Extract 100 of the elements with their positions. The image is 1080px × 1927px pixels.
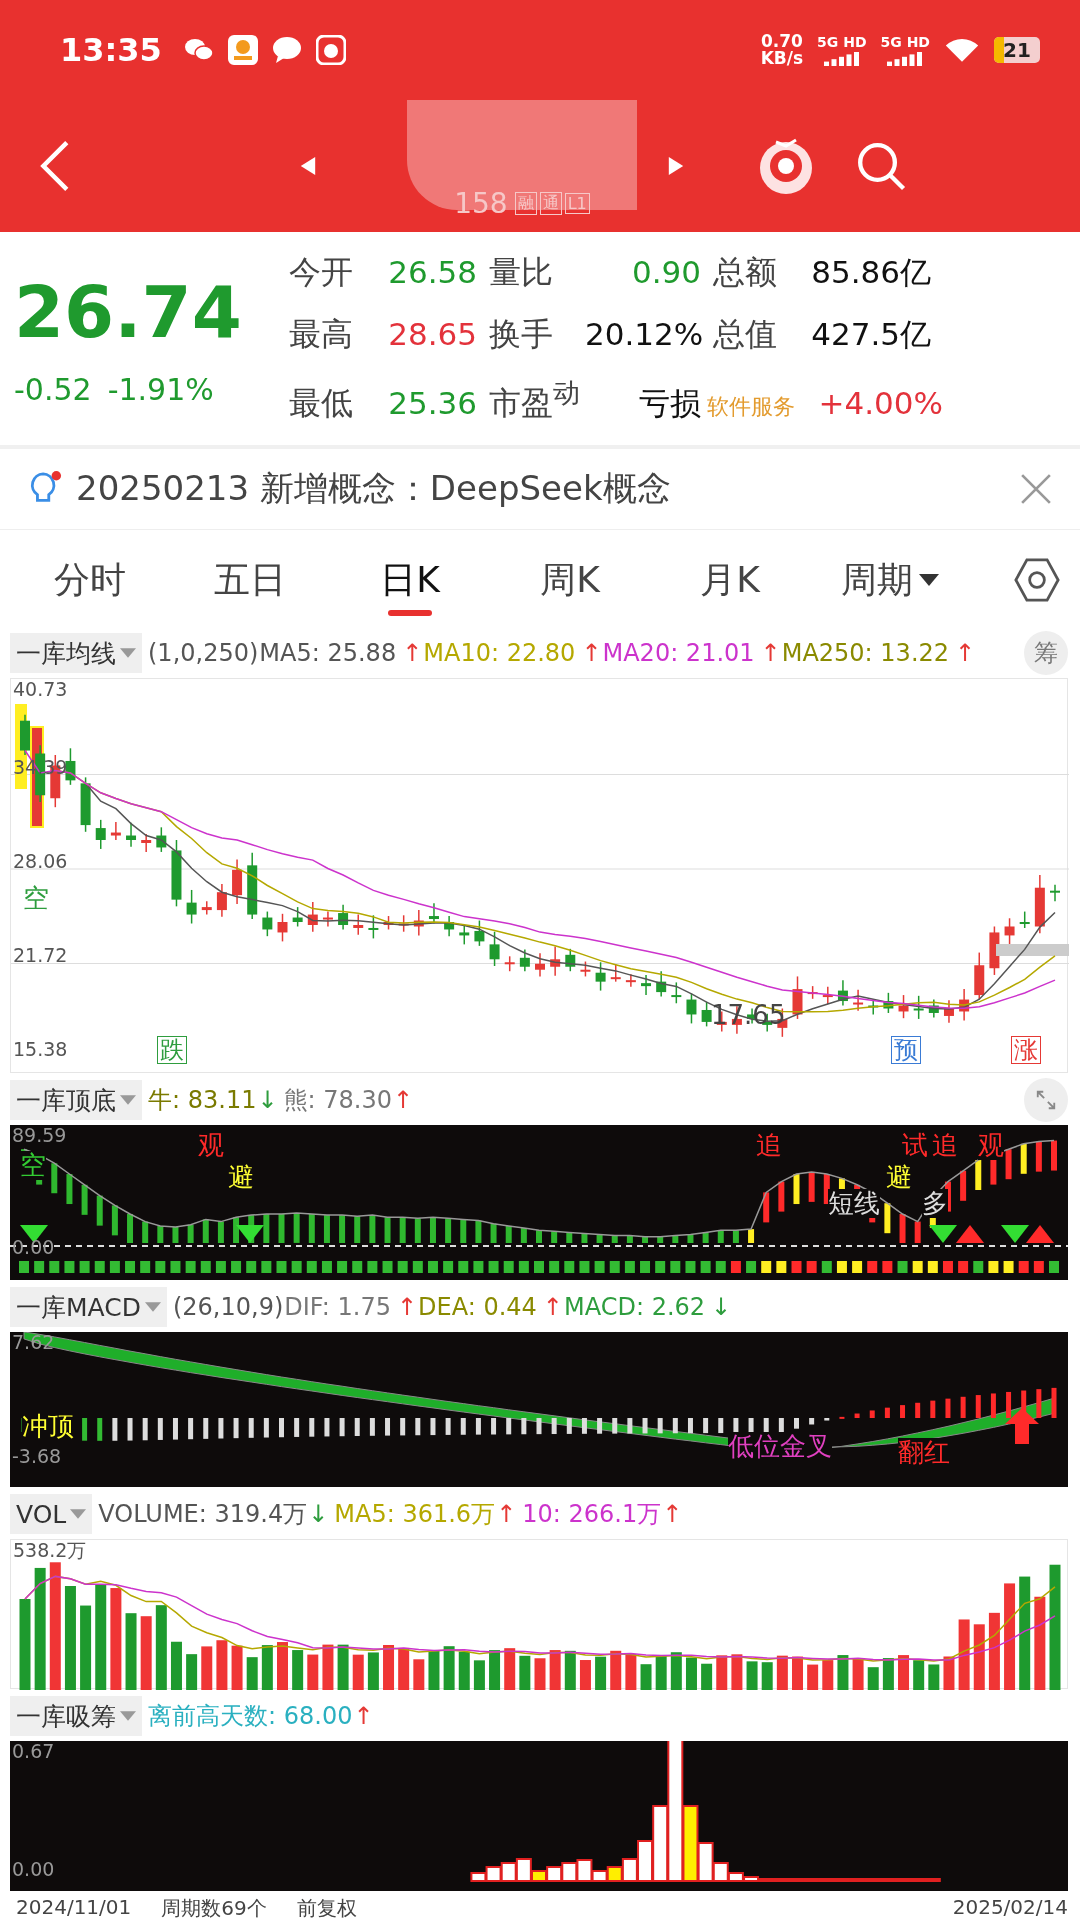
hand-icon xyxy=(315,35,346,65)
expand-button[interactable] xyxy=(1024,1078,1068,1122)
stat-value: 427.5亿 xyxy=(810,315,932,355)
stat-label: 市盈$^{动}$ xyxy=(489,376,581,424)
indicator-dropdown[interactable]: 一库MACD xyxy=(10,1287,167,1327)
stat-label: 量比 xyxy=(489,252,554,294)
price-change: -0.52 xyxy=(14,372,92,407)
caret-icon xyxy=(144,1302,161,1312)
stock-tag: L1 xyxy=(564,193,590,214)
period-tab[interactable]: 月K xyxy=(650,530,810,630)
stat-label: 今开 xyxy=(289,252,354,294)
period-tab[interactable]: 周K xyxy=(490,530,650,630)
legend-value: MACD: 2.62 xyxy=(563,1293,706,1321)
caret-icon xyxy=(70,1509,87,1519)
period-tab[interactable]: 周期 xyxy=(810,530,970,630)
period-tab[interactable]: 分时 xyxy=(10,530,170,630)
up-arrow-icon xyxy=(1005,1408,1039,1444)
signal-label: 空 xyxy=(23,884,49,913)
adjustment-mode: 前复权 xyxy=(296,1895,357,1922)
signal-icon xyxy=(823,52,860,66)
axis-label: 0.00 xyxy=(12,1859,55,1880)
stat-value: 亏损 xyxy=(638,383,702,423)
axis-label: -3.68 xyxy=(12,1446,62,1467)
legend-value: (26,10,9) xyxy=(172,1293,284,1321)
period-tab[interactable]: 五日 xyxy=(170,530,330,630)
legend-value: MA5: 361.6万 xyxy=(334,1499,496,1530)
close-icon[interactable] xyxy=(1020,473,1052,505)
legend-value: ↑ xyxy=(392,1086,414,1114)
axis-label: 40.73 xyxy=(13,679,68,700)
caret-icon xyxy=(120,1711,136,1721)
network-unit: KB/s xyxy=(760,50,804,67)
signal-label: 翻红 xyxy=(898,1438,950,1467)
signal-label: 试 xyxy=(902,1131,928,1160)
legend-value: ↑ xyxy=(581,639,602,667)
signal-label: 预 xyxy=(891,1036,921,1065)
legend-value: ↓ xyxy=(711,1293,732,1321)
legend-value: ↑ xyxy=(402,639,423,667)
caret-icon xyxy=(919,574,939,586)
next-stock-icon[interactable] xyxy=(667,154,685,178)
legend-value: MA20: 21.01 xyxy=(602,639,755,667)
signal-label: 多 xyxy=(922,1189,948,1218)
legend-value: DIF: 1.75 xyxy=(284,1293,391,1321)
axis-label: 21.72 xyxy=(13,945,68,966)
legend-value: ↑ xyxy=(760,639,781,667)
concept-notice: 20250213 新增概念：DeepSeek概念 xyxy=(76,467,672,510)
legend-value: 10: 266.1万 xyxy=(522,1499,662,1530)
legend-value: MA5: 25.88 xyxy=(259,639,397,667)
network-type: 5G HD xyxy=(817,34,867,50)
legend-value: VOLUME: 319.4万 xyxy=(98,1499,308,1530)
stat-value: +4.00% xyxy=(817,384,943,421)
end-date: 2025/02/14 xyxy=(952,1895,1068,1921)
signal-label: 避 xyxy=(228,1163,254,1192)
stat-label: 总额 xyxy=(713,252,778,294)
up-triangle-icon xyxy=(956,1225,984,1243)
network-speed: 0.70 xyxy=(760,33,803,50)
legend-value: DEA: 0.44 xyxy=(418,1293,537,1321)
signal-label: 短线 xyxy=(828,1189,880,1218)
down-triangle-icon xyxy=(1001,1225,1029,1243)
previous-stock-icon[interactable] xyxy=(299,154,317,178)
legend-value: ↑ xyxy=(542,1293,563,1321)
settings-icon[interactable] xyxy=(1014,557,1060,603)
battery-indicator: 21 xyxy=(994,37,1040,63)
legend-value: ↑ xyxy=(353,1702,374,1730)
down-triangle-icon xyxy=(929,1225,957,1243)
legend-value: ↑ xyxy=(662,1500,683,1528)
indicator-dropdown[interactable]: 一库均线 xyxy=(10,633,142,673)
stat-label: 最低 xyxy=(289,382,354,424)
stat-value: 85.86亿 xyxy=(810,253,932,293)
axis-label: 538.2万 xyxy=(13,1540,87,1561)
axis-label: 0.00 xyxy=(12,1237,55,1258)
search-icon[interactable] xyxy=(855,140,907,192)
signal-label: 追 xyxy=(932,1131,958,1160)
legend-value: 熊: 78.30 xyxy=(283,1085,392,1116)
axis-label: 0.67 xyxy=(12,1741,55,1762)
signal-label: 低位金叉 xyxy=(728,1432,832,1461)
stock-tag: 融 xyxy=(514,192,537,215)
legend-value: MA10: 22.80 xyxy=(423,639,576,667)
legend-value: ↑ xyxy=(496,1500,517,1528)
stat-value: 20.12% xyxy=(585,316,705,353)
stat-label: 总值 xyxy=(713,314,778,356)
axis-label: 89.59 xyxy=(12,1125,67,1146)
signal-label: 追 xyxy=(756,1131,782,1160)
down-triangle-icon xyxy=(236,1225,264,1243)
period-tab[interactable]: 日K xyxy=(330,530,490,630)
signal-label: 避 xyxy=(886,1163,912,1192)
axis-label: 28.06 xyxy=(13,851,68,872)
indicator-dropdown[interactable]: 一库吸筹 xyxy=(10,1696,142,1736)
signal-label: 跌 xyxy=(157,1036,187,1065)
indicator-dropdown[interactable]: VOL xyxy=(10,1494,93,1534)
start-date: 2024/11/01 xyxy=(16,1895,132,1921)
axis-label: 15.38 xyxy=(13,1039,68,1060)
legend-value: ↓ xyxy=(308,1500,329,1528)
chip-distribution-button[interactable]: 筹 xyxy=(1024,631,1068,675)
stat-value: 25.36 xyxy=(387,384,478,421)
signal-label: 冲顶 xyxy=(22,1412,74,1441)
legend-value: 牛: 83.11 xyxy=(148,1085,257,1116)
indicator-dropdown[interactable]: 一库顶底 xyxy=(10,1080,142,1120)
signal-icon xyxy=(887,52,924,66)
stat-value: 28.65 xyxy=(387,316,478,353)
stat-value: 0.90 xyxy=(630,254,702,291)
